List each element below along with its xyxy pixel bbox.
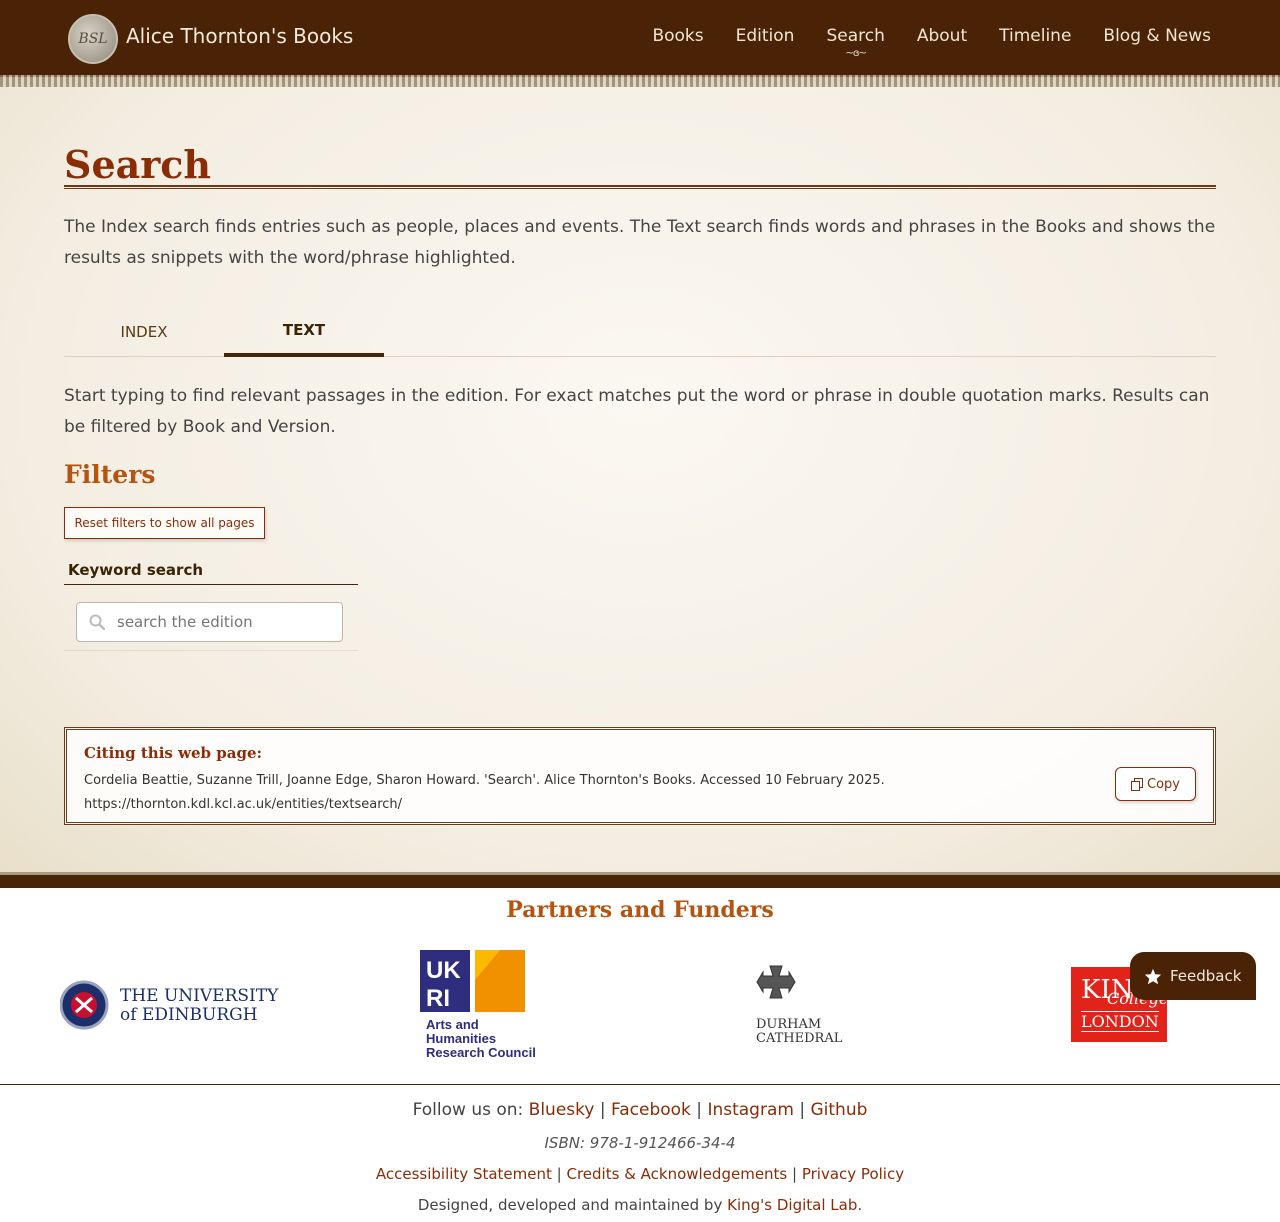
kdl-link[interactable]: King's Digital Lab <box>727 1196 857 1214</box>
ukri-mark-icon: UK RI <box>420 950 525 1012</box>
kings-text-3: LONDON <box>1081 1011 1159 1032</box>
ukri-text-1: Arts and <box>426 1017 479 1032</box>
tab-index[interactable]: INDEX <box>64 307 224 357</box>
copy-label: Copy <box>1147 776 1180 792</box>
ukri-text-2: Humanities <box>426 1031 497 1046</box>
durham-text-1: DURHAM <box>756 1017 822 1032</box>
accessibility-link[interactable]: Accessibility Statement <box>376 1165 552 1183</box>
footer-links: Accessibility Statement | Credits & Ackn… <box>375 1165 905 1183</box>
search-tabs: INDEX TEXT <box>64 307 1216 357</box>
bluesky-link[interactable]: Bluesky <box>529 1100 595 1120</box>
citation-url: https://thornton.kdl.kcl.ac.uk/entities/… <box>84 797 403 812</box>
keyword-divider <box>64 584 358 585</box>
made-by-prefix: Designed, developed and maintained by <box>417 1196 723 1214</box>
ukri-text-3: Research Council <box>426 1045 536 1060</box>
nav-edition[interactable]: Edition <box>736 26 795 46</box>
made-by: Designed, developed and maintained by Ki… <box>0 1196 1280 1214</box>
copy-icon <box>1131 777 1143 791</box>
search-hint: Start typing to find relevant passages i… <box>64 386 1210 437</box>
main-content: Search The Index search finds entries su… <box>0 87 1280 872</box>
search-intro: The Index search finds entries such as p… <box>64 217 1216 268</box>
search-input[interactable] <box>117 611 332 633</box>
svg-text:UK: UK <box>426 957 461 984</box>
isbn: ISBN: 978-1-912466-34-4 <box>544 1134 736 1152</box>
page-title: Search <box>64 142 212 187</box>
ukri-ahrc-logo[interactable]: UK RI Arts and Humanities Research Counc… <box>420 948 544 1062</box>
keyword-search-label: Keyword search <box>68 561 204 579</box>
star-icon <box>1144 968 1162 984</box>
facebook-link[interactable]: Facebook <box>611 1100 691 1120</box>
keyword-bottom-divider <box>64 650 358 651</box>
main-nav: Books Edition Search About Timeline Blog… <box>652 26 1211 46</box>
edinburgh-line2: of EDINBURGH <box>120 1005 258 1025</box>
durham-cathedral-logo[interactable]: DURHAM CATHEDRAL <box>753 962 848 1046</box>
privacy-link[interactable]: Privacy Policy <box>802 1165 904 1183</box>
follow-prefix: Follow us on: <box>412 1100 524 1120</box>
nav-blog-news[interactable]: Blog & News <box>1103 26 1211 46</box>
footer-divider <box>0 1084 1280 1085</box>
edinburgh-line1: THE UNIVERSITY <box>120 986 279 1006</box>
copy-citation-button[interactable]: Copy <box>1115 767 1196 801</box>
feedback-label: Feedback <box>1170 967 1242 985</box>
university-of-edinburgh-logo[interactable]: THE UNIVERSITY of EDINBURGH <box>59 978 278 1032</box>
social-links: Follow us on: Bluesky | Facebook | Insta… <box>412 1100 868 1120</box>
nav-search[interactable]: Search <box>826 26 884 46</box>
title-divider <box>64 185 1216 189</box>
made-by-suffix: . <box>857 1196 863 1214</box>
nav-books[interactable]: Books <box>652 26 703 46</box>
partners-heading: Partners and Funders <box>506 897 774 923</box>
credits-link[interactable]: Credits & Acknowledgements <box>567 1165 788 1183</box>
logo-text: BSL <box>78 31 108 47</box>
nav-timeline[interactable]: Timeline <box>999 26 1071 46</box>
feedback-button[interactable]: Feedback <box>1130 952 1256 1000</box>
citation-box: Citing this web page: Cordelia Beattie, … <box>64 727 1216 825</box>
site-header: BSL Alice Thornton's Books Books Edition… <box>0 0 1280 77</box>
site-title[interactable]: Alice Thornton's Books <box>126 24 353 48</box>
svg-text:RI: RI <box>426 985 450 1012</box>
github-link[interactable]: Github <box>810 1100 867 1120</box>
header-border <box>0 75 1280 87</box>
durham-cross-icon <box>756 965 796 999</box>
citation-text: Cordelia Beattie, Suzanne Trill, Joanne … <box>84 769 984 817</box>
footer-border <box>0 872 1280 888</box>
filters-heading: Filters <box>64 460 156 489</box>
durham-text-2: CATHEDRAL <box>756 1031 843 1046</box>
site-logo[interactable]: BSL <box>68 14 118 64</box>
citation-line: Cordelia Beattie, Suzanne Trill, Joanne … <box>84 773 885 788</box>
instagram-link[interactable]: Instagram <box>707 1100 794 1120</box>
reset-filters-button[interactable]: Reset filters to show all pages <box>64 507 265 539</box>
tab-text[interactable]: TEXT <box>224 307 384 357</box>
nav-about[interactable]: About <box>917 26 967 46</box>
search-icon <box>89 614 105 630</box>
search-field[interactable] <box>76 602 343 642</box>
citation-title: Citing this web page: <box>84 744 263 762</box>
